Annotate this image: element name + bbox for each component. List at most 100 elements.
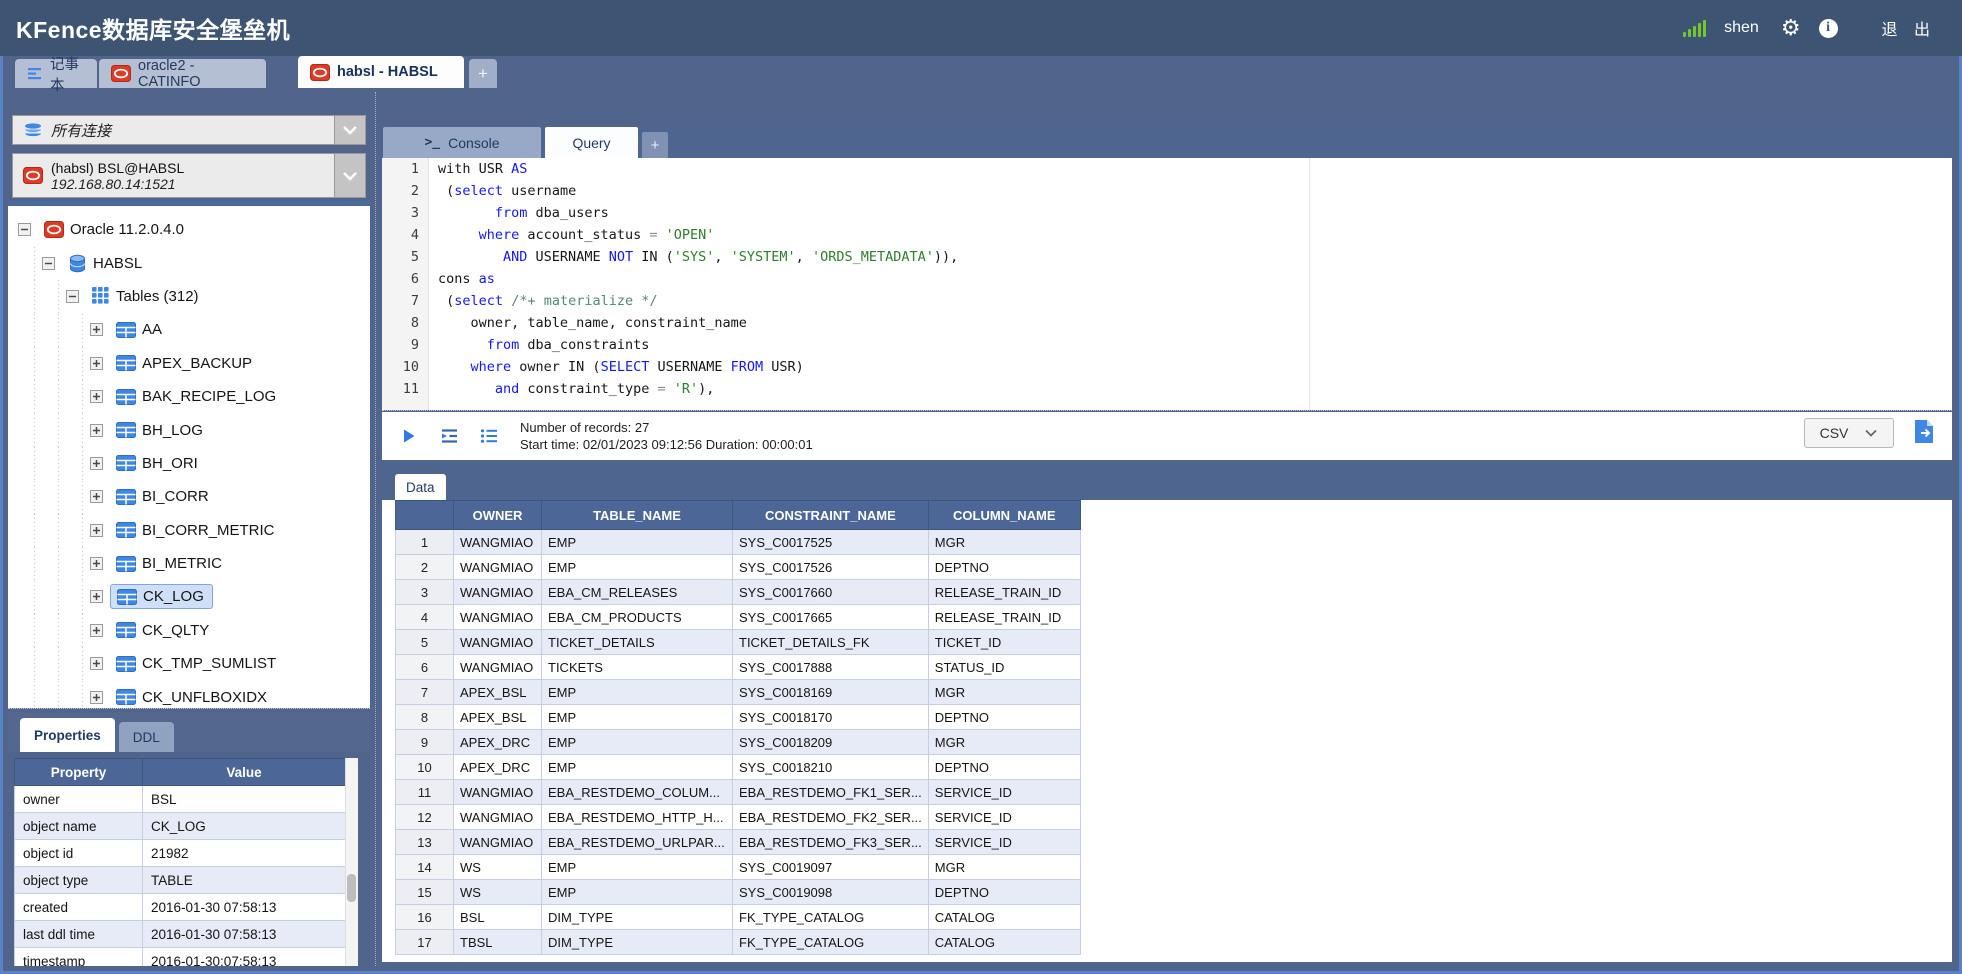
tree-item-content[interactable]: BH_LOG	[114, 422, 203, 439]
grid-cell[interactable]: MGR	[928, 530, 1080, 555]
grid-row[interactable]: 10APEX_DRCEMPSYS_C0018210DEPTNO	[396, 755, 1081, 780]
collapse-icon[interactable]	[66, 290, 90, 303]
grid-row[interactable]: 5WANGMIAOTICKET_DETAILSTICKET_DETAILS_FK…	[396, 630, 1081, 655]
grid-column-header[interactable]: OWNER	[454, 501, 542, 530]
property-row[interactable]: object nameCK_LOG	[15, 813, 346, 840]
tab-query[interactable]: Query	[545, 127, 638, 158]
grid-cell[interactable]: APEX_BSL	[454, 680, 542, 705]
grid-cell[interactable]: DEPTNO	[928, 705, 1080, 730]
tree-item-ck-unflboxidx[interactable]: CK_UNFLBOXIDX	[8, 680, 370, 708]
tab-ddl[interactable]: DDL	[119, 722, 174, 752]
tree-item-apex-backup[interactable]: APEX_BACKUP	[8, 347, 370, 380]
grid-cell[interactable]: WANGMIAO	[454, 580, 542, 605]
tree-item-content[interactable]: Oracle 11.2.0.4.0	[42, 221, 184, 238]
tree-item-aa[interactable]: AA	[8, 313, 370, 346]
editor-code[interactable]: with USR AS (select username from dba_us…	[429, 158, 1952, 410]
grid-cell[interactable]: EBA_RESTDEMO_HTTP_H...	[542, 805, 733, 830]
new-tab-button[interactable]: +	[469, 59, 497, 88]
grid-cell[interactable]: SYS_C0017660	[733, 580, 929, 605]
grid-cell[interactable]: DEPTNO	[928, 555, 1080, 580]
expand-icon[interactable]	[90, 691, 114, 704]
tree-item-content[interactable]: BI_CORR	[114, 488, 209, 505]
tree-item-content[interactable]: Tables (312)	[90, 287, 199, 305]
tree-item-bi-corr[interactable]: BI_CORR	[8, 480, 370, 513]
grid-cell[interactable]: TICKET_DETAILS	[542, 630, 733, 655]
tree-item-content[interactable]: CK_UNFLBOXIDX	[114, 689, 267, 706]
connection-filter-dropdown[interactable]: 所有连接	[12, 115, 366, 145]
grid-cell[interactable]: EMP	[542, 880, 733, 905]
grid-cell[interactable]: EMP	[542, 680, 733, 705]
grid-cell[interactable]: WANGMIAO	[454, 830, 542, 855]
grid-cell[interactable]: TICKET_ID	[928, 630, 1080, 655]
grid-cell[interactable]: WANGMIAO	[454, 630, 542, 655]
tab-properties[interactable]: Properties	[20, 718, 115, 752]
grid-cell[interactable]: WANGMIAO	[454, 605, 542, 630]
grid-row[interactable]: 11WANGMIAOEBA_RESTDEMO_COLUM...EBA_RESTD…	[396, 780, 1081, 805]
property-row[interactable]: object typeTABLE	[15, 867, 346, 894]
grid-row[interactable]: 1WANGMIAOEMPSYS_C0017525MGR	[396, 530, 1081, 555]
grid-cell[interactable]: SERVICE_ID	[928, 780, 1080, 805]
tree-item-ck-qlty[interactable]: CK_QLTY	[8, 614, 370, 647]
collapse-icon[interactable]	[42, 257, 66, 270]
property-row[interactable]: object id21982	[15, 840, 346, 867]
collapse-icon[interactable]	[18, 223, 42, 236]
grid-column-header[interactable]: COLUMN_NAME	[928, 501, 1080, 530]
grid-cell[interactable]: SYS_C0018169	[733, 680, 929, 705]
tree-item-content[interactable]: AA	[114, 321, 162, 338]
results-splitter[interactable]	[382, 410, 1952, 411]
grid-cell[interactable]: FK_TYPE_CATALOG	[733, 930, 929, 955]
grid-cell[interactable]: STATUS_ID	[928, 655, 1080, 680]
tree-selection[interactable]: CK_LOG	[110, 584, 213, 609]
window-tab-habsl-habsl[interactable]: habsl - HABSL	[298, 56, 464, 88]
grid-cell[interactable]: EBA_RESTDEMO_FK3_SER...	[733, 830, 929, 855]
grid-cell[interactable]: WANGMIAO	[454, 555, 542, 580]
property-row[interactable]: created2016-01-30 07:58:13	[15, 894, 346, 921]
grid-cell[interactable]: EBA_CM_RELEASES	[542, 580, 733, 605]
grid-cell[interactable]: RELEASE_TRAIN_ID	[928, 580, 1080, 605]
grid-cell[interactable]: SYS_C0017888	[733, 655, 929, 680]
grid-cell[interactable]: WANGMIAO	[454, 780, 542, 805]
grid-cell[interactable]: MGR	[928, 730, 1080, 755]
grid-cell[interactable]: SYS_C0017665	[733, 605, 929, 630]
new-query-tab-button[interactable]: +	[642, 132, 668, 158]
run-query-button[interactable]	[396, 423, 422, 449]
tree-item-content[interactable]: CK_QLTY	[114, 622, 209, 639]
grid-row[interactable]: 12WANGMIAOEBA_RESTDEMO_HTTP_H...EBA_REST…	[396, 805, 1081, 830]
expand-icon[interactable]	[90, 323, 114, 336]
tree-item-content[interactable]: BAK_RECIPE_LOG	[114, 388, 276, 405]
expand-icon[interactable]	[90, 490, 114, 503]
tab-data[interactable]: Data	[395, 474, 446, 500]
grid-row[interactable]: 15WSEMPSYS_C0019098DEPTNO	[396, 880, 1081, 905]
grid-cell[interactable]: WANGMIAO	[454, 655, 542, 680]
expand-icon[interactable]	[90, 524, 114, 537]
tree-item-bh-log[interactable]: BH_LOG	[8, 413, 370, 446]
grid-row[interactable]: 14WSEMPSYS_C0019097MGR	[396, 855, 1081, 880]
grid-cell[interactable]: EMP	[542, 755, 733, 780]
run-script-button[interactable]	[436, 423, 462, 449]
tree-item-content[interactable]: BI_METRIC	[114, 555, 222, 572]
grid-cell[interactable]: EBA_RESTDEMO_COLUM...	[542, 780, 733, 805]
tree-item-habsl[interactable]: HABSL	[8, 246, 370, 279]
expand-icon[interactable]	[90, 624, 114, 637]
grid-cell[interactable]: EBA_RESTDEMO_FK1_SER...	[733, 780, 929, 805]
grid-row[interactable]: 13WANGMIAOEBA_RESTDEMO_URLPAR...EBA_REST…	[396, 830, 1081, 855]
properties-scrollbar-thumb[interactable]	[347, 874, 356, 902]
property-row[interactable]: ownerBSL	[15, 786, 346, 813]
grid-cell[interactable]: TBSL	[454, 930, 542, 955]
grid-cell[interactable]: APEX_DRC	[454, 730, 542, 755]
grid-column-header[interactable]: TABLE_NAME	[542, 501, 733, 530]
grid-cell[interactable]: APEX_BSL	[454, 705, 542, 730]
grid-cell[interactable]: EMP	[542, 730, 733, 755]
tree-item-bh-ori[interactable]: BH_ORI	[8, 447, 370, 480]
tab-console[interactable]: >_Console	[383, 127, 541, 158]
grid-row[interactable]: 4WANGMIAOEBA_CM_PRODUCTSSYS_C0017665RELE…	[396, 605, 1081, 630]
grid-row[interactable]: 7APEX_BSLEMPSYS_C0018169MGR	[396, 680, 1081, 705]
grid-row[interactable]: 17TBSLDIM_TYPEFK_TYPE_CATALOGCATALOG	[396, 930, 1081, 955]
grid-cell[interactable]: FK_TYPE_CATALOG	[733, 905, 929, 930]
tree-item-content[interactable]: BI_CORR_METRIC	[114, 522, 275, 539]
grid-cell[interactable]: EMP	[542, 530, 733, 555]
connection-filter-dropdown-button[interactable]	[334, 116, 365, 144]
grid-cell[interactable]: WANGMIAO	[454, 805, 542, 830]
tree-item-tables-312-[interactable]: Tables (312)	[8, 280, 370, 313]
grid-cell[interactable]: SYS_C0018210	[733, 755, 929, 780]
